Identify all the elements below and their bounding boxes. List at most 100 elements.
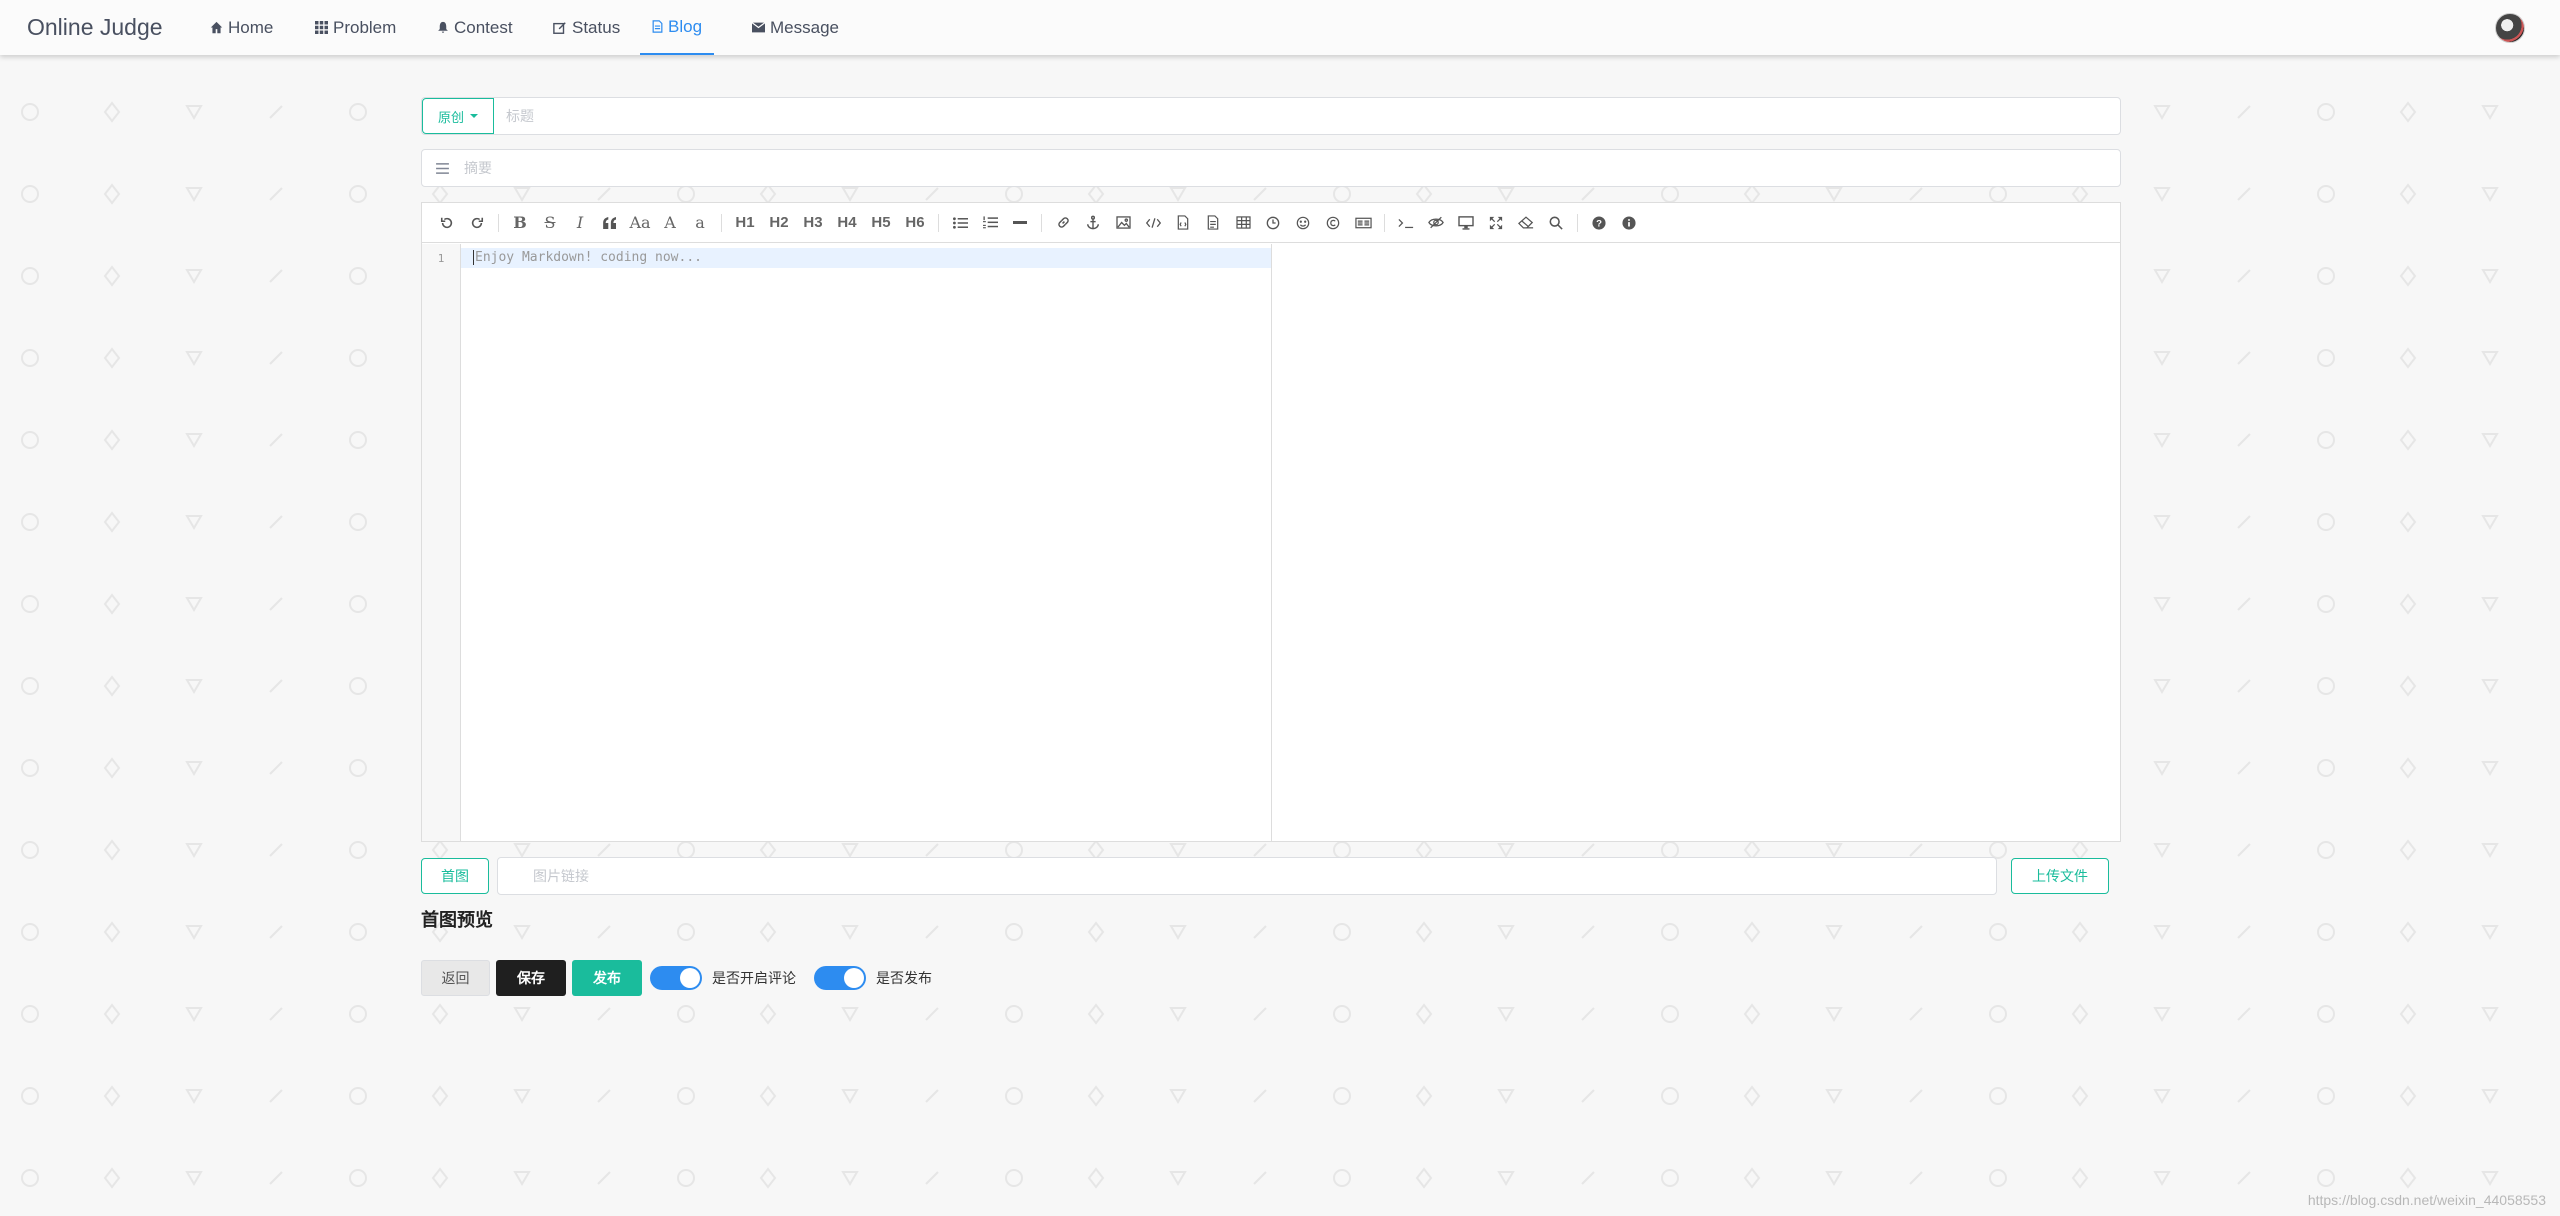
background-pattern-shape	[2481, 269, 2499, 284]
markdown-textarea[interactable]: Enjoy Markdown! coding now...	[461, 244, 1272, 841]
user-avatar[interactable]	[2495, 13, 2525, 43]
background-pattern-shape	[1497, 1171, 1515, 1186]
nav-status-label: Status	[572, 17, 621, 37]
clear-icon[interactable]	[1511, 209, 1541, 237]
uppercase-icon[interactable]: A	[655, 209, 685, 237]
background-pattern-shape	[1743, 1003, 1761, 1025]
background-pattern-shape	[269, 433, 283, 447]
background-pattern-shape	[925, 843, 939, 857]
emoji-icon[interactable]	[1288, 209, 1318, 237]
background-pattern-shape	[2317, 677, 2335, 695]
nav-home-label: Home	[228, 17, 274, 37]
background-pattern-shape	[1169, 843, 1187, 858]
goto-line-icon[interactable]	[1391, 209, 1421, 237]
article-type-select[interactable]: 原创	[422, 98, 494, 134]
preview-icon[interactable]	[1451, 209, 1481, 237]
nav-blog[interactable]: Blog	[640, 0, 715, 55]
background-pattern-shape	[2317, 1087, 2335, 1105]
toolbar-divider	[498, 213, 499, 232]
nav-message[interactable]: Message	[740, 0, 851, 55]
background-pattern-shape	[2481, 761, 2499, 776]
brand-title[interactable]: Online Judge	[27, 14, 163, 41]
background-pattern-shape	[431, 1003, 449, 1025]
comment-toggle[interactable]	[650, 966, 702, 990]
background-pattern-shape	[513, 187, 531, 202]
background-pattern-shape	[841, 187, 859, 202]
strikethrough-icon[interactable]: S	[535, 209, 565, 237]
background-pattern-shape	[1087, 1085, 1105, 1107]
background-pattern-shape	[513, 1007, 531, 1022]
quote-icon[interactable]	[595, 209, 625, 237]
upload-file-button[interactable]: 上传文件	[2011, 858, 2109, 894]
background-pattern-shape	[1333, 1005, 1351, 1023]
background-pattern-shape	[21, 759, 39, 777]
background-pattern-shape	[103, 265, 121, 287]
background-pattern-shape	[2153, 679, 2171, 694]
ordered-list-icon[interactable]	[975, 209, 1005, 237]
search-icon[interactable]	[1541, 209, 1571, 237]
background-pattern-shape	[1661, 1005, 1679, 1023]
nav-home[interactable]: Home	[198, 0, 285, 55]
background-pattern-shape	[2071, 1167, 2089, 1189]
unordered-list-icon[interactable]	[945, 209, 975, 237]
nav-status[interactable]: Status	[541, 0, 632, 55]
h4-button[interactable]: H4	[830, 209, 864, 237]
background-pattern-shape	[1087, 183, 1105, 205]
background-pattern-shape	[1333, 1087, 1351, 1105]
inline-code-icon[interactable]	[1138, 209, 1168, 237]
nav-message-label: Message	[770, 17, 839, 37]
pagebreak-icon[interactable]	[1348, 209, 1378, 237]
code-block-icon[interactable]	[1168, 209, 1198, 237]
cover-image-button[interactable]: 首图	[421, 858, 489, 894]
undo-icon[interactable]	[432, 209, 462, 237]
bell-icon	[437, 21, 449, 34]
italic-icon[interactable]: I	[565, 209, 595, 237]
image-url-input[interactable]	[497, 857, 1997, 895]
background-pattern-shape	[21, 103, 39, 121]
html-entities-icon[interactable]	[1318, 209, 1348, 237]
background-pattern-shape	[349, 759, 367, 777]
background-pattern-shape	[1415, 1085, 1433, 1107]
h3-button[interactable]: H3	[796, 209, 830, 237]
nav-problem[interactable]: Problem	[303, 0, 408, 55]
background-pattern-shape	[2237, 105, 2251, 119]
background-pattern-shape	[2399, 429, 2417, 451]
publish-toggle[interactable]	[814, 966, 866, 990]
markdown-editor: B S I Aa A a H1 H2 H3 H4 H5 H6 ? 1 Enjoy…	[421, 202, 2121, 842]
background-pattern-shape	[1825, 1171, 1843, 1186]
horizontal-rule-icon[interactable]	[1005, 209, 1035, 237]
save-button[interactable]: 保存	[496, 960, 566, 996]
background-pattern-shape	[2317, 1005, 2335, 1023]
redo-icon[interactable]	[462, 209, 492, 237]
title-input[interactable]	[494, 98, 2120, 134]
active-code-line: Enjoy Markdown! coding now...	[461, 248, 1271, 268]
table-icon[interactable]	[1228, 209, 1258, 237]
background-pattern-shape	[1661, 841, 1679, 859]
background-pattern-shape	[759, 1003, 777, 1025]
summary-input[interactable]	[462, 159, 2120, 177]
nav-contest[interactable]: Contest	[425, 0, 525, 55]
publish-button[interactable]: 发布	[572, 960, 642, 996]
help-icon[interactable]: ?	[1584, 209, 1614, 237]
lowercase-icon[interactable]: a	[685, 209, 715, 237]
h5-button[interactable]: H5	[864, 209, 898, 237]
background-pattern-shape	[349, 1087, 367, 1105]
info-icon[interactable]	[1614, 209, 1644, 237]
caret-down-icon	[470, 114, 478, 118]
datetime-icon[interactable]	[1258, 209, 1288, 237]
ucfirst-icon[interactable]: Aa	[625, 209, 655, 237]
background-pattern-shape	[2481, 597, 2499, 612]
preformatted-icon[interactable]	[1198, 209, 1228, 237]
anchor-icon[interactable]	[1078, 209, 1108, 237]
h2-button[interactable]: H2	[762, 209, 796, 237]
link-icon[interactable]	[1048, 209, 1078, 237]
watch-toggle-icon[interactable]	[1421, 209, 1451, 237]
fullscreen-icon[interactable]	[1481, 209, 1511, 237]
background-pattern-shape	[2481, 515, 2499, 530]
back-button[interactable]: 返回	[421, 960, 490, 996]
h1-button[interactable]: H1	[728, 209, 762, 237]
image-icon[interactable]	[1108, 209, 1138, 237]
text-cursor	[473, 250, 474, 265]
h6-button[interactable]: H6	[898, 209, 932, 237]
bold-icon[interactable]: B	[505, 209, 535, 237]
